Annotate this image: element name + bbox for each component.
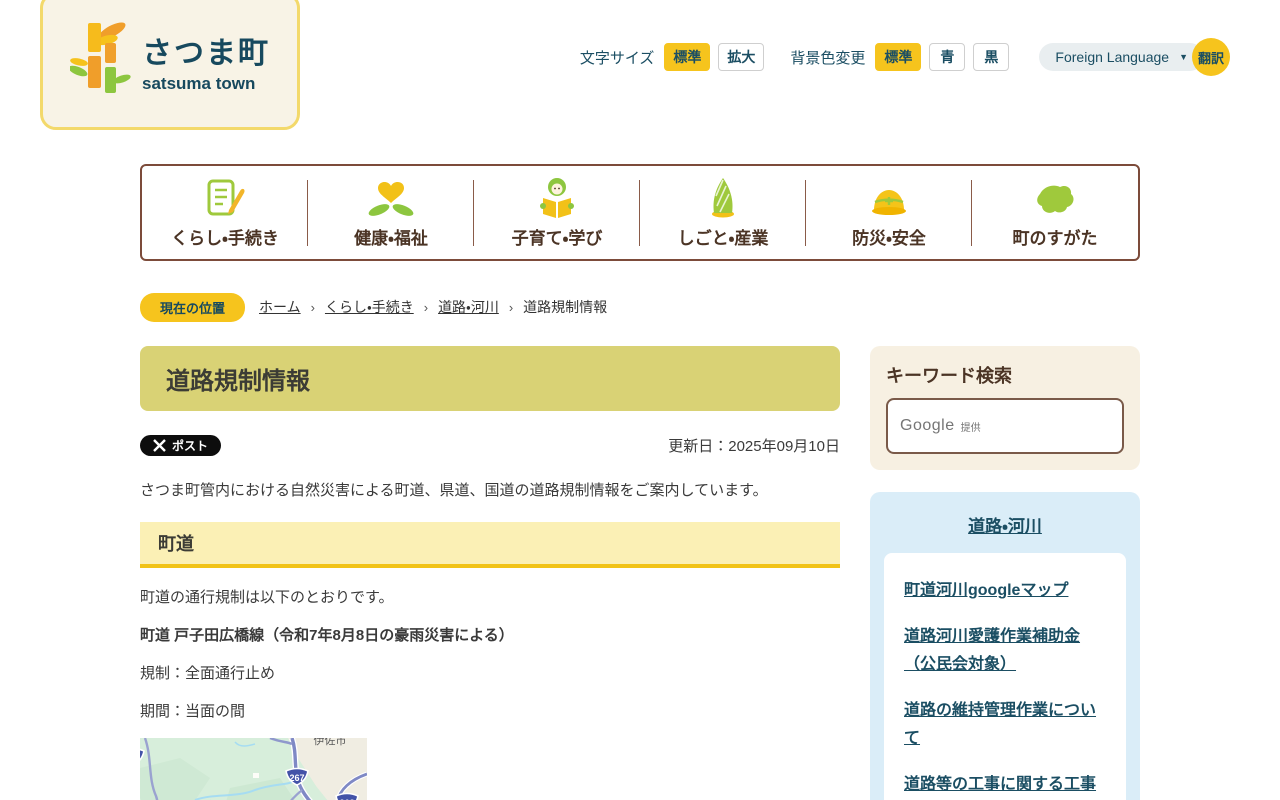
google-logo: Google (900, 417, 955, 434)
breadcrumb: 現在の位置 ホーム › くらし・手続き › 道路・河川 › 道路規制情報 (140, 292, 1140, 322)
road-name: 町道 戸子田広橋線（令和7年8月8日の豪雨災害による） (140, 627, 514, 644)
nav-item-bosai[interactable]: 防災・安全 (806, 166, 972, 259)
svg-text:328: 328 (140, 753, 141, 763)
document-pen-icon (202, 176, 248, 220)
page-title: 道路規制情報 (140, 346, 840, 411)
related-link-aigo-hojokin[interactable]: 道路河川愛護作業補助金（公民会対象） (904, 623, 1106, 679)
logo-subtitle: satsuma town (142, 74, 256, 93)
nav-item-kosodate[interactable]: 子育て・学び (474, 166, 640, 259)
regulation-period: 期間：当面の間 (140, 703, 246, 720)
breadcrumb-current-page: 道路規制情報 (523, 299, 608, 315)
nav-item-shigoto[interactable]: しごと・産業 (640, 166, 806, 259)
main-navigation: くらし・手続き 健康・福祉 子育て・学び しごと・産業 防災・安全 町のすがた (140, 164, 1140, 261)
bg-standard-button[interactable]: 標準 (875, 43, 922, 71)
map-area-label: 伊佐市 (314, 738, 347, 747)
language-dropdown[interactable]: Foreign Language ▼ (1039, 43, 1204, 71)
header-controls: 文字サイズ 標準 拡大 背景色変更 標準 青 黒 Foreign Languag… (580, 38, 1230, 76)
google-map-embed[interactable]: 267 268 328 伊佐市 (140, 738, 367, 800)
bg-color-label: 背景色変更 (790, 49, 866, 67)
breadcrumb-separator: › (310, 299, 315, 315)
google-provider-note: 提供 (960, 422, 981, 434)
nav-label: 子育て・学び (511, 229, 603, 248)
bamboo-logo-icon (68, 17, 132, 106)
chevron-down-icon: ▼ (1179, 52, 1188, 62)
breadcrumb-separator: › (508, 299, 514, 315)
font-size-label: 文字サイズ (579, 49, 655, 67)
site-logo[interactable]: さつま町 satsuma town (40, 0, 300, 130)
breadcrumb-doro-kasen-link[interactable]: 道路・河川 (438, 297, 499, 317)
bg-blue-button[interactable]: 青 (929, 43, 966, 71)
nav-item-kurashi[interactable]: くらし・手続き (142, 166, 308, 259)
font-size-standard-button[interactable]: 標準 (664, 43, 711, 71)
regulation-type: 規制：全面通行止め (140, 665, 276, 682)
search-heading: キーワード検索 (886, 366, 1012, 386)
nav-label: くらし・手続き (171, 229, 279, 248)
bamboo-shoot-icon (703, 176, 743, 220)
intro-text: さつま町管内における自然災害による町道、県道、国道の道路規制情報をご案内していま… (140, 482, 768, 499)
nav-label: しごと・産業 (677, 229, 769, 248)
bg-black-button[interactable]: 黒 (973, 43, 1010, 71)
font-size-large-button[interactable]: 拡大 (718, 43, 765, 71)
nav-label: 健康・福祉 (354, 229, 428, 248)
translate-button[interactable]: 翻訳 (1192, 38, 1230, 76)
svg-text:267: 267 (289, 773, 304, 783)
child-reading-icon (534, 176, 580, 220)
section-heading-chodo: 町道 (140, 522, 840, 568)
updated-date: 更新日：2025年09月10日 (668, 438, 840, 455)
regulation-intro: 町道の通行規制は以下のとおりです。 (140, 589, 394, 606)
related-category-link[interactable]: 道路・河川 (968, 517, 1042, 536)
nav-item-machi[interactable]: 町のすがた (972, 166, 1138, 259)
related-link-iji-kanri[interactable]: 道路の維持管理作業について (904, 697, 1106, 753)
route-shield-268: 268 (335, 792, 359, 800)
helmet-icon (865, 176, 913, 220)
x-post-share-button[interactable]: ポスト (140, 435, 222, 456)
nav-label: 防災・安全 (852, 229, 926, 248)
language-dropdown-label: Foreign Language (1055, 49, 1170, 65)
nav-item-kenko[interactable]: 健康・福祉 (308, 166, 474, 259)
hands-heart-icon (367, 176, 415, 220)
logo-title: さつま町 (142, 37, 270, 70)
breadcrumb-home-link[interactable]: ホーム (259, 297, 301, 317)
main-content: 道路規制情報 ポスト 更新日：2025年09月10日 さつま町管内における自然災… (140, 346, 840, 800)
breadcrumb-kurashi-link[interactable]: くらし・手続き (325, 297, 414, 317)
keyword-search-box: キーワード検索 Google 提供 (870, 346, 1140, 470)
breadcrumb-separator: › (423, 299, 429, 315)
related-link-google-map[interactable]: 町道河川googleマップ (904, 577, 1106, 605)
related-link-koji-shonin[interactable]: 道路等の工事に関する工事施工承認申請 (904, 771, 1106, 800)
related-links-box: 道路・河川 町道河川googleマップ 道路河川愛護作業補助金（公民会対象） 道… (870, 492, 1140, 800)
current-location-badge: 現在の位置 (140, 292, 246, 322)
sidebar: キーワード検索 Google 提供 道路・河川 町道河川googleマップ 道路… (870, 346, 1140, 800)
town-map-icon (1032, 176, 1078, 220)
x-logo-icon (153, 439, 166, 452)
site-header: さつま町 satsuma town 文字サイズ 標準 拡大 背景色変更 標準 青… (0, 0, 1280, 130)
nav-label: 町のすがた (1012, 229, 1098, 248)
search-input[interactable]: Google 提供 (886, 398, 1124, 454)
